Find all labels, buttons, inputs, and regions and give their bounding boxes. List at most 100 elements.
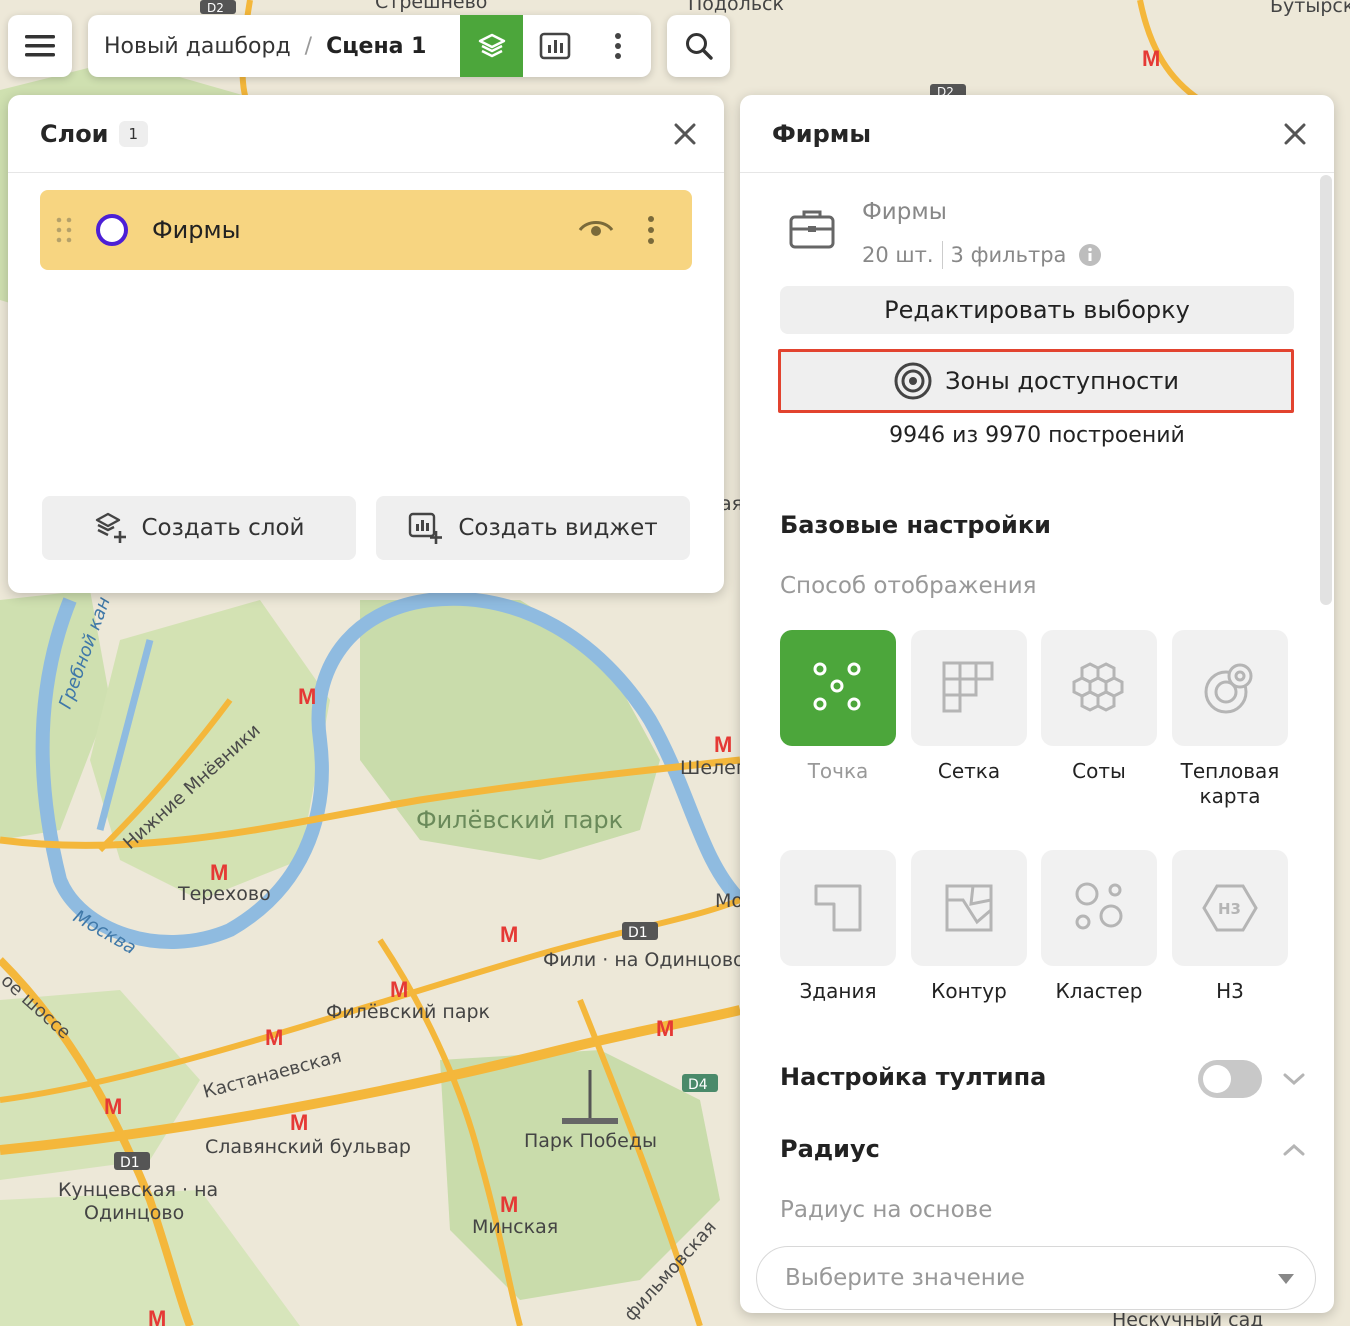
firms-close-button[interactable] xyxy=(1278,117,1312,151)
widgets-button[interactable] xyxy=(523,15,586,77)
tooltip-settings-heading: Настройка тултипа xyxy=(780,1063,1047,1091)
layers-panel: Слои 1 Фирмы Создать слой Создать виджет xyxy=(8,95,724,593)
metro-icon: М xyxy=(1142,46,1160,71)
mode-buildings-tile[interactable] xyxy=(780,850,896,966)
tooltip-toggle[interactable] xyxy=(1198,1060,1262,1098)
metro-icon: М xyxy=(714,732,732,757)
drag-handle-icon[interactable] xyxy=(54,215,74,245)
map-label-park-pobedy: Парк Победы xyxy=(524,1130,657,1152)
map-label-kuntsevskaya: Кунцевская · на xyxy=(58,1179,218,1201)
metro-icon: М xyxy=(500,922,518,947)
more-vertical-icon[interactable] xyxy=(640,214,662,246)
mode-contour-label: Контур xyxy=(931,979,1007,1003)
layers-count-badge: 1 xyxy=(118,120,149,147)
metro-icon: М xyxy=(265,1025,283,1050)
h3-icon: Н3 xyxy=(1202,884,1258,932)
mode-contour-tile[interactable] xyxy=(911,850,1027,966)
builds-remaining-text: 9946 из 9970 построений xyxy=(889,423,1185,448)
caret-down-icon xyxy=(1278,1274,1294,1284)
metro-icon: М xyxy=(148,1306,166,1326)
create-layer-button[interactable]: Создать слой xyxy=(42,496,356,560)
layer-settings-panel: Фирмы Фирмы 20 шт. 3 фильтра Редактирова… xyxy=(740,95,1334,1313)
toggle-knob xyxy=(1203,1065,1231,1093)
layers-close-button[interactable] xyxy=(668,117,702,151)
more-options-button[interactable] xyxy=(586,15,649,77)
layer-item-firms[interactable]: Фирмы xyxy=(40,190,692,270)
close-icon xyxy=(674,123,696,145)
breadcrumb-dashboard[interactable]: Новый дашборд xyxy=(104,34,291,59)
map-label-mo: Мо xyxy=(715,890,743,912)
metro-icon: М xyxy=(656,1016,674,1041)
info-icon[interactable] xyxy=(1078,243,1102,267)
metro-icon: М xyxy=(104,1094,122,1119)
heatmap-icon xyxy=(1204,663,1253,714)
radius-based-on-label: Радиус на основе xyxy=(780,1197,993,1223)
mode-cluster-tile[interactable] xyxy=(1041,850,1157,966)
layers-panel-header: Слои 1 xyxy=(8,95,724,173)
target-icon xyxy=(894,362,932,400)
close-icon xyxy=(1284,123,1306,145)
mode-h3-tile[interactable]: Н3 xyxy=(1172,850,1288,966)
route-badge-d2: D2 xyxy=(200,0,236,15)
breadcrumb-separator: / xyxy=(304,33,313,59)
create-widget-button[interactable]: Создать виджет xyxy=(376,496,690,560)
radius-select-placeholder: Выберите значение xyxy=(785,1265,1025,1291)
metro-icon: М xyxy=(390,977,408,1002)
breadcrumb-scene[interactable]: Сцена 1 xyxy=(326,34,426,59)
hamburger-icon xyxy=(25,35,55,57)
grid-icon xyxy=(942,661,994,713)
layers-title: Слои xyxy=(40,119,109,148)
chart-icon xyxy=(539,32,570,60)
route-badge-d4: D4 xyxy=(682,1074,718,1093)
basic-settings-heading: Базовые настройки xyxy=(780,511,1051,539)
data-source-title: Фирмы xyxy=(862,199,947,225)
data-source-meta: 20 шт. 3 фильтра xyxy=(862,241,1102,269)
mode-heatmap-tile[interactable] xyxy=(1172,630,1288,746)
chevron-up-icon[interactable] xyxy=(1282,1141,1306,1159)
briefcase-icon xyxy=(789,210,835,249)
mode-point-tile[interactable] xyxy=(780,630,896,746)
cluster-icon xyxy=(1075,882,1123,930)
hexagons-icon xyxy=(1072,662,1124,712)
firms-panel-header: Фирмы xyxy=(740,95,1334,173)
radius-value-select[interactable]: Выберите значение xyxy=(756,1246,1316,1310)
map-label-odintsovo: Одинцово xyxy=(84,1202,184,1224)
edit-selection-button[interactable]: Редактировать выборку xyxy=(780,286,1294,334)
search-button[interactable] xyxy=(667,15,730,77)
layer-name: Фирмы xyxy=(152,216,241,244)
mode-point-label: Точка xyxy=(807,759,869,783)
mode-h3-label: Н3 xyxy=(1216,979,1244,1003)
map-label-slavyansky: Славянский бульвар xyxy=(205,1136,411,1158)
svg-text:D1: D1 xyxy=(628,925,648,941)
map-label-podolsk: Подольск xyxy=(688,0,784,15)
access-zones-label: Зоны доступности xyxy=(945,367,1179,395)
add-widget-icon xyxy=(409,512,443,544)
more-vertical-icon xyxy=(614,33,621,59)
chevron-down-icon[interactable] xyxy=(1282,1070,1306,1088)
contour-icon xyxy=(945,884,993,932)
building-icon xyxy=(814,884,862,932)
mode-grid-label: Сетка xyxy=(937,759,1001,783)
svg-text:D2: D2 xyxy=(207,1,224,15)
map-label-streshnevo: Стрешнево xyxy=(375,0,487,13)
mode-grid-tile[interactable] xyxy=(911,630,1027,746)
map-label-shelep: Шелеп xyxy=(680,757,748,779)
layers-icon xyxy=(478,33,505,58)
map-label-fili: Фили · на Одинцово xyxy=(543,949,745,971)
layers-toggle-button[interactable] xyxy=(460,15,523,77)
eye-icon[interactable] xyxy=(578,217,614,243)
radius-heading: Радиус xyxy=(780,1135,880,1163)
mode-hexagons-tile[interactable] xyxy=(1041,630,1157,746)
access-zones-button[interactable]: Зоны доступности xyxy=(778,349,1294,413)
route-badge-d1: D1 xyxy=(622,922,658,941)
firms-panel-title: Фирмы xyxy=(772,119,872,148)
search-icon xyxy=(685,33,713,60)
display-mode-label: Способ отображения xyxy=(780,573,1037,599)
scrollbar[interactable] xyxy=(1320,175,1332,605)
svg-text:Н3: Н3 xyxy=(1218,900,1241,918)
mode-cluster-label: Кластер xyxy=(1055,979,1143,1003)
dots-icon xyxy=(813,662,861,711)
layer-color-circle-icon xyxy=(96,214,128,246)
mode-buildings-label: Здания xyxy=(799,979,877,1003)
main-menu-button[interactable] xyxy=(8,15,72,77)
